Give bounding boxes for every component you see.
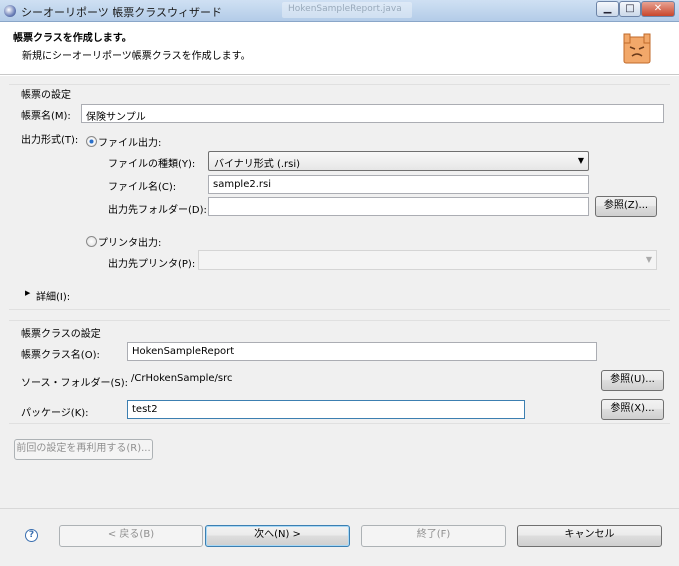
dest-folder-label: 出力先フォルダー(D): <box>108 205 207 216</box>
title-bar: シーオーリポーツ 帳票クラスウィザード HokenSampleReport.ja… <box>0 0 679 22</box>
details-label[interactable]: 詳細(I): <box>36 288 70 303</box>
file-name-label: ファイル名(C): <box>108 182 177 193</box>
printer-output-label: プリンタ出力: <box>98 238 162 249</box>
dest-folder-field[interactable] <box>208 197 589 216</box>
file-output-radio[interactable] <box>86 136 97 147</box>
reuse-settings-button[interactable]: 前回の設定を再利用する(R)... <box>14 439 153 460</box>
browse-folder-button[interactable]: 参照(Z)... <box>595 196 657 217</box>
browse-package-button[interactable]: 参照(X)... <box>601 399 664 420</box>
package-field[interactable]: test2 <box>127 400 525 419</box>
header-title: 帳票クラスを作成します。 <box>13 33 132 44</box>
file-type-value: バイナリ形式 (.rsi) <box>214 159 301 170</box>
dest-printer-select[interactable]: ▼ <box>198 250 657 270</box>
class-name-field[interactable]: HokenSampleReport <box>127 342 597 361</box>
package-label: パッケージ(K): <box>21 408 89 419</box>
wizard-header: 帳票クラスを作成します。 新規にシーオーリポーツ帳票クラスを作成します。 <box>0 23 679 75</box>
report-name-field[interactable]: 保険サンプル <box>81 104 664 123</box>
back-button[interactable]: < 戻る(B) <box>59 525 203 547</box>
file-name-field[interactable]: sample2.rsi <box>208 175 589 194</box>
dropdown-arrow-icon: ▼ <box>577 156 584 165</box>
class-name-label: 帳票クラス名(O): <box>21 350 100 361</box>
eclipse-icon <box>4 5 16 17</box>
file-type-label: ファイルの種類(Y): <box>108 159 196 170</box>
class-settings-heading: 帳票クラスの設定 <box>21 329 101 340</box>
window-title: シーオーリポーツ 帳票クラスウィザード <box>21 6 223 19</box>
report-name-label: 帳票名(M): <box>21 111 71 122</box>
printer-output-radio[interactable] <box>86 236 97 247</box>
maximize-button[interactable]: □ <box>619 1 641 17</box>
finish-button[interactable]: 終了(F) <box>361 525 506 547</box>
background-tab: HokenSampleReport.java <box>282 2 412 18</box>
footer-divider <box>0 508 679 509</box>
dropdown-arrow-icon: ▼ <box>645 255 652 264</box>
cancel-button[interactable]: キャンセル <box>517 525 662 547</box>
close-button[interactable]: ✕ <box>641 1 675 17</box>
minimize-button[interactable]: ▁ <box>596 1 619 17</box>
browse-source-button[interactable]: 参照(U)... <box>601 370 664 391</box>
source-folder-label: ソース・フォルダー(S): <box>21 378 129 389</box>
output-format-label: 出力形式(T): <box>21 135 79 146</box>
source-folder-field[interactable]: /CrHokenSample/src <box>127 370 597 389</box>
file-type-select[interactable]: バイナリ形式 (.rsi) ▼ <box>208 151 589 171</box>
header-description: 新規にシーオーリポーツ帳票クラスを作成します。 <box>22 51 251 62</box>
report-settings-heading: 帳票の設定 <box>21 90 71 101</box>
next-button[interactable]: 次へ(N) > <box>205 525 350 547</box>
dest-printer-label: 出力先プリンタ(P): <box>108 259 196 270</box>
help-icon[interactable]: ? <box>25 529 38 542</box>
file-output-label: ファイル出力: <box>98 138 162 149</box>
expand-triangle-icon[interactable]: ▶ <box>25 289 30 297</box>
report-wizard-logo <box>623 33 651 64</box>
